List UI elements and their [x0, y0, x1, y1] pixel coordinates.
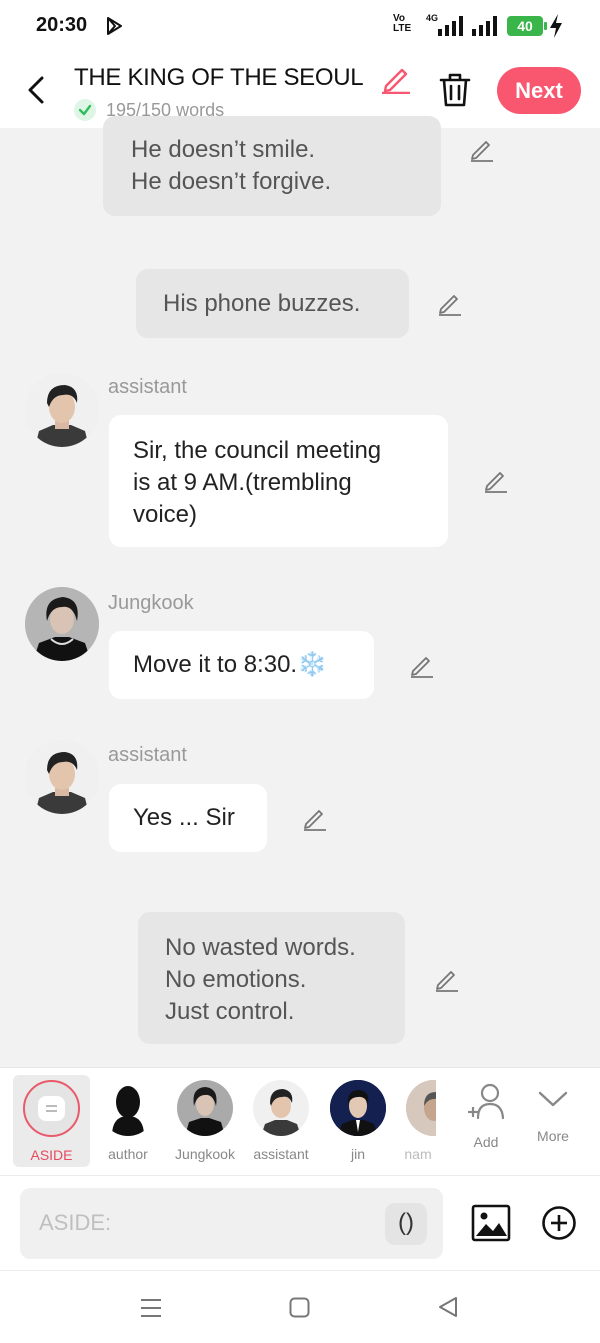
character-jin[interactable]: jin: [330, 1068, 386, 1162]
next-button[interactable]: Next: [497, 67, 581, 114]
character-selector: ASIDE author Jungkook assistant jin nam: [0, 1067, 600, 1175]
plus-circle-icon[interactable]: [541, 1205, 577, 1241]
edit-icon[interactable]: [434, 966, 460, 992]
message-bubble[interactable]: Sir, the council meeting is at 9 AM.(tre…: [109, 415, 448, 547]
home-icon[interactable]: [289, 1297, 310, 1318]
signal-icon: [438, 16, 463, 36]
clock: 20:30: [36, 14, 88, 36]
story-title[interactable]: THE KING OF THE SEOUL: [74, 64, 364, 92]
signal-icon-2: [472, 16, 497, 36]
message-bubble[interactable]: Move it to 8:30.❄️: [109, 631, 374, 699]
back-arrow-icon[interactable]: [22, 72, 52, 108]
speaker-name: assistant: [108, 744, 187, 766]
narration-bubble[interactable]: He doesn’t smile. He doesn’t forgive.: [103, 116, 441, 216]
assistant-avatar[interactable]: [25, 740, 99, 814]
recents-menu-icon[interactable]: [140, 1297, 162, 1319]
speaker-name: assistant: [108, 376, 187, 398]
battery-icon: 40: [507, 16, 547, 36]
jungkook-avatar[interactable]: [25, 587, 99, 661]
message-input[interactable]: ASIDE: (): [20, 1188, 443, 1259]
speaker-name: Jungkook: [108, 592, 194, 614]
system-nav-bar: [0, 1270, 600, 1343]
narration-bubble[interactable]: No wasted words. No emotions. Just contr…: [138, 912, 405, 1044]
assistant-avatar[interactable]: [25, 373, 99, 447]
edit-icon[interactable]: [437, 290, 463, 316]
edit-icon[interactable]: [469, 136, 495, 162]
charging-icon: [550, 14, 562, 38]
back-nav-icon[interactable]: [437, 1296, 459, 1318]
character-assistant[interactable]: assistant: [248, 1068, 314, 1162]
narration-bubble[interactable]: His phone buzzes.: [136, 269, 409, 338]
input-placeholder: ASIDE:: [39, 1210, 112, 1235]
chevron-down-icon: [538, 1091, 568, 1107]
image-icon[interactable]: [471, 1204, 511, 1242]
composer: ASIDE: (): [0, 1175, 600, 1270]
message-bubble[interactable]: Yes ... Sir: [109, 784, 267, 852]
status-bar: 20:30 Vo LTE 4G 40: [0, 0, 600, 52]
volte-indicator: Vo LTE: [393, 13, 412, 34]
more-characters-button[interactable]: More: [528, 1068, 578, 1144]
character-author[interactable]: author: [100, 1068, 156, 1162]
jin-avatar: [330, 1080, 386, 1136]
author-avatar: [100, 1080, 156, 1136]
snowflake-emoji: ❄️: [297, 651, 327, 678]
check-icon: [74, 99, 96, 121]
edit-icon[interactable]: [483, 467, 509, 493]
edit-icon[interactable]: [409, 652, 435, 678]
add-character-button[interactable]: Add: [462, 1068, 510, 1150]
parentheses-button[interactable]: (): [385, 1203, 427, 1245]
jungkook-avatar-small: [177, 1080, 233, 1136]
add-person-icon: [468, 1083, 505, 1120]
nam-avatar: [406, 1080, 436, 1136]
assistant-avatar-small: [253, 1080, 309, 1136]
character-nam[interactable]: nam: [400, 1068, 436, 1162]
aside-icon: [23, 1080, 80, 1137]
edit-title-icon[interactable]: [380, 64, 412, 94]
play-store-icon: [107, 17, 122, 35]
trash-icon[interactable]: [438, 72, 472, 108]
edit-icon[interactable]: [302, 805, 328, 831]
character-aside[interactable]: ASIDE: [13, 1075, 90, 1167]
character-jungkook[interactable]: Jungkook: [170, 1068, 240, 1162]
network-type: 4G: [426, 13, 439, 23]
